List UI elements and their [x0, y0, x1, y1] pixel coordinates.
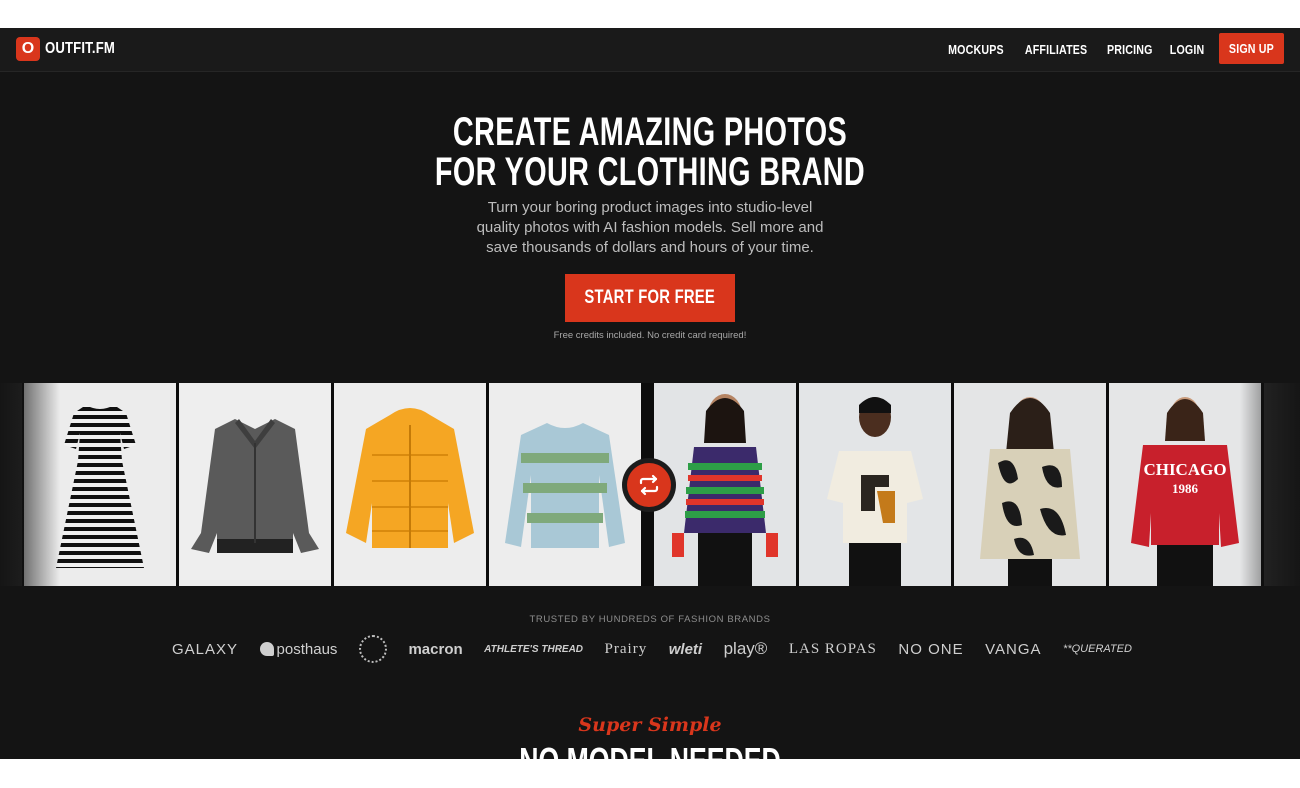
- swap-button[interactable]: [622, 458, 676, 512]
- logo[interactable]: O OUTFIT.FM: [16, 37, 130, 61]
- top-navigation: O OUTFIT.FM MOCKUPS AFFILIATES PRICING L…: [0, 28, 1300, 72]
- model-patterned-fleece-image: [954, 383, 1106, 586]
- nav-affiliates[interactable]: AFFILIATES: [1025, 42, 1087, 57]
- headline-line-2: FOR YOUR CLOTHING BRAND: [434, 150, 866, 194]
- brand-athletes-thread: ATHLETE'S THREAD: [484, 643, 584, 655]
- hero-headline: CREATE AMAZING PHOTOS FOR YOUR CLOTHING …: [182, 112, 1118, 192]
- cta-label: START FOR FREE: [584, 287, 716, 308]
- model-graphic-tee-image: [799, 383, 951, 586]
- brand-galaxy: GALAXY: [172, 640, 239, 658]
- brand-logos: GALAXY posthaus macron ATHLETE'S THREAD …: [172, 634, 1132, 664]
- brand-round-seal-icon: [358, 635, 387, 663]
- posthaus-logo-icon: [259, 642, 274, 656]
- headline-line-1: CREATE AMAZING PHOTOS: [452, 110, 848, 154]
- brand-posthaus: posthaus: [259, 640, 338, 658]
- hero-subtext: Turn your boring product images into stu…: [476, 199, 824, 256]
- strip-fade-right: [1240, 383, 1300, 586]
- green-sweater-image: [489, 383, 641, 586]
- trusted-label: TRUSTED BY HUNDREDS OF FASHION BRANDS: [529, 614, 771, 625]
- cta-note: Free credits included. No credit card re…: [553, 330, 747, 341]
- brand-wleti: wleti: [668, 640, 703, 658]
- logo-mark-icon: O: [16, 37, 40, 61]
- section-script-label: Super Simple: [578, 714, 722, 736]
- yellow-puffer-image: [334, 383, 486, 586]
- product-grey-jacket: [179, 383, 331, 586]
- brand-macron: macron: [408, 640, 463, 658]
- section-title: NO MODEL NEEDED: [169, 740, 1131, 759]
- nav-login[interactable]: LOGIN: [1170, 42, 1205, 57]
- brand-posthaus-label: posthaus: [276, 640, 338, 658]
- signup-button[interactable]: SIGN UP: [1219, 33, 1284, 64]
- model-chicago-hoodie: CHICAGO 1986: [1109, 383, 1261, 586]
- brand-las-ropas: LAS ROPAS: [788, 640, 877, 657]
- hoodie-text-chicago: CHICAGO: [1143, 460, 1226, 479]
- nav-mockups[interactable]: MOCKUPS: [948, 42, 1004, 57]
- product-green-sweater: [489, 383, 641, 586]
- brand-prairy: Prairy: [604, 640, 648, 657]
- start-for-free-button[interactable]: START FOR FREE: [565, 274, 735, 322]
- brand-no-one: NO ONE: [898, 640, 964, 658]
- strip-fade-left: [0, 383, 60, 586]
- brand-querated: **QUERATED: [1063, 643, 1132, 655]
- model-chicago-hoodie-image: CHICAGO 1986: [1109, 383, 1261, 586]
- model-graphic-tee: [799, 383, 951, 586]
- signup-label: SIGN UP: [1228, 41, 1274, 56]
- logo-text: OUTFIT.FM: [45, 40, 115, 57]
- nav-pricing[interactable]: PRICING: [1107, 42, 1153, 57]
- grey-jacket-image: [179, 383, 331, 586]
- hoodie-text-year: 1986: [1172, 481, 1199, 496]
- brand-play: play®: [723, 639, 768, 658]
- swap-arrows-icon: [627, 463, 671, 507]
- model-patterned-fleece: [954, 383, 1106, 586]
- page: O OUTFIT.FM MOCKUPS AFFILIATES PRICING L…: [0, 28, 1300, 759]
- nav-links: MOCKUPS AFFILIATES PRICING LOGIN: [942, 42, 1208, 57]
- product-yellow-puffer: [334, 383, 486, 586]
- brand-vanga: VANGA: [985, 640, 1042, 658]
